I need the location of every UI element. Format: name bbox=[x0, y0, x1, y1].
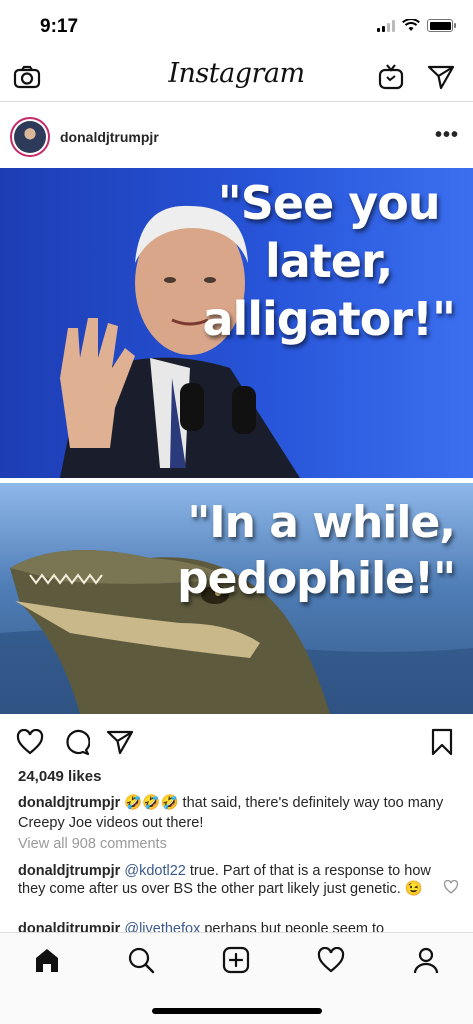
more-options-icon[interactable]: ••• bbox=[435, 124, 459, 147]
wifi-icon bbox=[402, 19, 420, 31]
top-caption-line: "See you bbox=[217, 176, 441, 230]
share-icon[interactable] bbox=[104, 726, 136, 758]
post-header: donaldjtrumpjr ••• bbox=[0, 112, 473, 164]
like-count[interactable]: 24,049 likes bbox=[18, 768, 101, 785]
bottom-caption-line: pedophile!" bbox=[177, 553, 456, 604]
view-all-comments-link[interactable]: View all 908 comments bbox=[18, 836, 167, 852]
comment-item: donaldjtrumpjr @livethefox perhaps but p… bbox=[18, 920, 458, 932]
comment-mention[interactable]: @kdotl22 bbox=[124, 863, 185, 879]
status-bar: 9:17 bbox=[0, 0, 473, 52]
status-time: 9:17 bbox=[40, 16, 79, 37]
bottom-caption: "In a while, pedophile!" bbox=[177, 495, 456, 607]
caption-username[interactable]: donaldjtrumpjr bbox=[18, 795, 120, 811]
home-icon[interactable] bbox=[30, 943, 64, 977]
profile-icon[interactable] bbox=[409, 943, 443, 977]
bookmark-icon[interactable] bbox=[426, 726, 458, 758]
post-image[interactable]: "See you later, alligator!" "In a while,… bbox=[0, 168, 473, 714]
igtv-icon[interactable] bbox=[376, 62, 406, 92]
add-post-icon[interactable] bbox=[219, 943, 253, 977]
avatar[interactable] bbox=[10, 117, 50, 157]
comment-mention[interactable]: @livethefox bbox=[124, 921, 200, 932]
comment-like-icon[interactable] bbox=[443, 879, 459, 899]
bottom-caption-line: "In a while, bbox=[187, 497, 456, 548]
top-caption-line: later, bbox=[265, 234, 393, 288]
comment-text: perhaps but people seem to bbox=[204, 921, 385, 932]
top-caption: "See you later, alligator!" bbox=[202, 174, 456, 348]
search-icon[interactable] bbox=[124, 943, 158, 977]
signal-icon bbox=[377, 19, 395, 32]
activity-heart-icon[interactable] bbox=[314, 943, 348, 977]
caption-emojis: 🤣🤣🤣 bbox=[124, 795, 179, 811]
post-username[interactable]: donaldjtrumpjr bbox=[60, 129, 159, 145]
post-actions bbox=[0, 722, 473, 762]
comment-item: donaldjtrumpjr @kdotl22 true. Part of th… bbox=[18, 862, 438, 898]
comment-icon[interactable] bbox=[60, 726, 92, 758]
app-header: Instagram bbox=[0, 52, 473, 102]
comment-username[interactable]: donaldjtrumpjr bbox=[18, 863, 120, 879]
like-heart-icon[interactable] bbox=[14, 726, 46, 758]
comment-username[interactable]: donaldjtrumpjr bbox=[18, 921, 120, 932]
battery-icon bbox=[427, 19, 456, 32]
meme-bottom-panel: "In a while, pedophile!" bbox=[0, 483, 473, 714]
post-caption: donaldjtrumpjr 🤣🤣🤣 that said, there's de… bbox=[18, 793, 458, 833]
status-icons bbox=[377, 19, 456, 32]
direct-message-icon[interactable] bbox=[426, 62, 456, 92]
meme-top-panel: "See you later, alligator!" bbox=[0, 168, 473, 478]
home-indicator bbox=[152, 1008, 322, 1014]
top-caption-line: alligator!" bbox=[202, 292, 456, 346]
bottom-nav bbox=[0, 932, 473, 1024]
